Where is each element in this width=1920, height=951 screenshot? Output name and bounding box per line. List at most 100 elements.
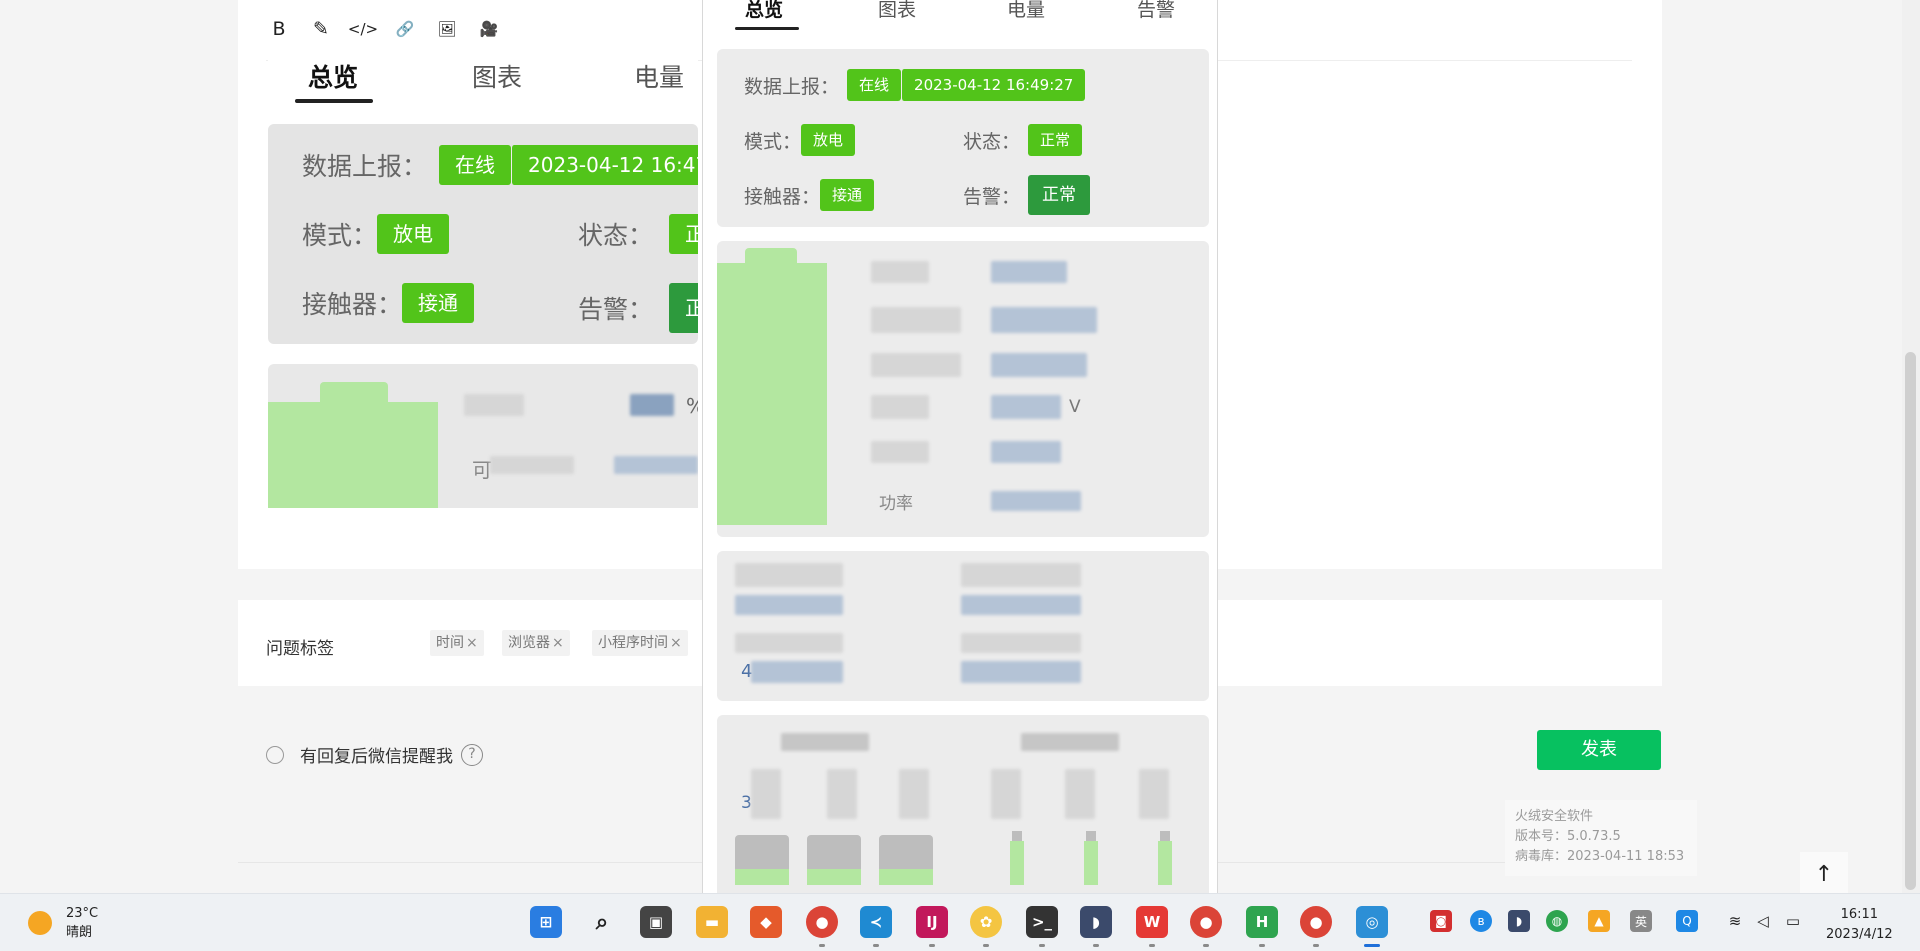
chrome-icon[interactable]: ● (1300, 906, 1332, 938)
hbuilder-icon[interactable]: H (1246, 906, 1278, 938)
blurred-value (991, 307, 1097, 333)
file-explorer-icon[interactable]: ▬ (696, 906, 728, 938)
bluetooth-icon[interactable]: ʙ (1470, 910, 1492, 932)
task-view-icon[interactable]: ▣ (640, 906, 672, 938)
blurred-text (827, 769, 857, 819)
blurred-value (991, 261, 1067, 283)
pop-tab-alarm[interactable]: 告警 (1137, 0, 1175, 22)
pen-icon[interactable]: ✎ (308, 14, 334, 44)
running-indicator (929, 944, 935, 947)
shot-report-label: 数据上报： (302, 152, 428, 181)
cell-bar-cap (1086, 831, 1096, 841)
cell-level-bar (1158, 841, 1172, 885)
shot-tabs: 总览 图表 电量 (268, 58, 698, 124)
embedded-screenshot: 总览 图表 电量 数据上报： 在线 2023-04-12 16:47:2 模式：… (268, 58, 698, 508)
remind-radio[interactable] (266, 745, 284, 764)
tag-browser[interactable]: 浏览器 × (502, 630, 570, 656)
shot-mode-row: 模式： 放电 (302, 214, 450, 254)
battery-icon[interactable]: ▭ (1782, 910, 1804, 932)
pop-battery-icon (717, 263, 827, 525)
image-icon[interactable]: 🖼 (434, 14, 460, 44)
windows-start-icon[interactable]: ⊞ (530, 906, 562, 938)
wechat-icon[interactable]: ◍ (1546, 910, 1568, 932)
page-scrollbar[interactable] (1902, 0, 1920, 893)
shot-battery-panel: % 可 (268, 364, 698, 508)
terminal-icon[interactable]: >_ (1026, 906, 1058, 938)
blurred-value (751, 661, 843, 683)
blurred-text (871, 307, 961, 333)
back-to-top-button[interactable]: ↑ (1800, 852, 1848, 896)
wifi-icon[interactable]: ≋ (1724, 910, 1746, 932)
shot-tab-power: 电量 (634, 63, 685, 92)
pop-contactor-label: 接触器： (744, 185, 821, 208)
blurred-text (899, 769, 929, 819)
cell-level-bar (1084, 841, 1098, 885)
close-icon[interactable]: × (466, 635, 478, 651)
pop-report-row: 数据上报： 在线 2023-04-12 16:49:27 (744, 69, 1086, 101)
huorong-icon[interactable]: ▲ (1588, 910, 1610, 932)
cat-tray-icon[interactable]: ◗ (1508, 910, 1530, 932)
publish-button[interactable]: 发表 (1537, 730, 1661, 770)
blurred-text (735, 563, 843, 587)
cat-app-icon[interactable]: ◗ (1080, 906, 1112, 938)
shot-mode-label: 模式： (302, 221, 378, 250)
help-icon[interactable]: ? (461, 743, 483, 766)
weather-widget[interactable]: 23°C 晴朗 (28, 904, 98, 942)
tray-app-icon[interactable]: ◙ (1430, 910, 1452, 932)
pop-state-badge: 正常 (1028, 124, 1083, 156)
blurred-text (991, 769, 1021, 819)
running-indicator (1093, 944, 1099, 947)
blurred-value (630, 394, 674, 416)
blurred-text (1139, 769, 1169, 819)
close-icon[interactable]: × (552, 635, 564, 651)
pop-power-label: 功率 (879, 494, 913, 514)
tag-label: 小程序时间 (598, 635, 668, 651)
pop-status-panel: 数据上报： 在线 2023-04-12 16:49:27 模式： 放电 状态： … (717, 49, 1209, 227)
shot-alarm-badge: 正常 (669, 283, 698, 333)
pop-tab-chart[interactable]: 图表 (878, 0, 916, 22)
antivirus-name: 火绒安全软件 (1515, 809, 1594, 824)
app-icon[interactable]: ◆ (750, 906, 782, 938)
pop-tab-power[interactable]: 电量 (1007, 0, 1045, 22)
remind-label: 有回复后微信提醒我 (300, 747, 453, 767)
pop-state-label: 状态： (963, 130, 1021, 153)
cell-bar-cap (1160, 831, 1170, 841)
volume-icon[interactable]: ◁ (1752, 910, 1774, 932)
shot-contactor-label: 接触器： (302, 290, 403, 319)
shot-percent-unit: % (686, 394, 698, 418)
chrome-icon[interactable]: ● (1190, 906, 1222, 938)
running-indicator (1203, 944, 1209, 947)
code-icon[interactable]: </> (348, 14, 378, 44)
blurred-value (961, 661, 1081, 683)
wps-icon[interactable]: W (1136, 906, 1168, 938)
close-icon[interactable]: × (670, 635, 682, 651)
blurred-text (871, 441, 929, 463)
pop-report-label: 数据上报： (744, 75, 840, 98)
blurred-value (991, 491, 1081, 511)
wechat-remind-option[interactable]: 有回复后微信提醒我 ? (266, 742, 483, 767)
qq-icon[interactable]: Q (1676, 910, 1698, 932)
scrollbar-thumb[interactable] (1905, 352, 1916, 890)
tags-label: 问题标签 (266, 639, 334, 659)
weather-temp: 23°C (66, 906, 99, 921)
tag-miniprogram-time[interactable]: 小程序时间 × (592, 630, 688, 656)
blurred-value (991, 353, 1087, 377)
app-icon[interactable]: ◎ (1356, 906, 1388, 938)
video-icon[interactable]: 🎥 (476, 14, 502, 44)
tag-time[interactable]: 时间 × (430, 630, 484, 656)
pop-voltage-unit: V (1069, 397, 1081, 417)
bold-button[interactable]: B (266, 14, 292, 44)
running-indicator (1259, 944, 1265, 947)
link-icon[interactable]: 🔗 (392, 14, 418, 44)
pop-alarm-row: 告警： 正常 (963, 175, 1091, 215)
chrome-icon[interactable]: ● (806, 906, 838, 938)
intellij-icon[interactable]: IJ (916, 906, 948, 938)
app-icon[interactable]: ✿ (970, 906, 1002, 938)
vscode-icon[interactable]: ≺ (860, 906, 892, 938)
cell-battery-icon (735, 835, 789, 885)
system-clock[interactable]: 16:11 2023/4/12 (1826, 905, 1893, 945)
ime-icon[interactable]: 英 (1630, 910, 1652, 932)
shot-status-panel: 数据上报： 在线 2023-04-12 16:47:2 模式： 放电 状态： 正… (268, 124, 698, 344)
pop-tab-overview[interactable]: 总览 (745, 0, 783, 22)
search-icon[interactable]: ⌕ (586, 906, 618, 938)
